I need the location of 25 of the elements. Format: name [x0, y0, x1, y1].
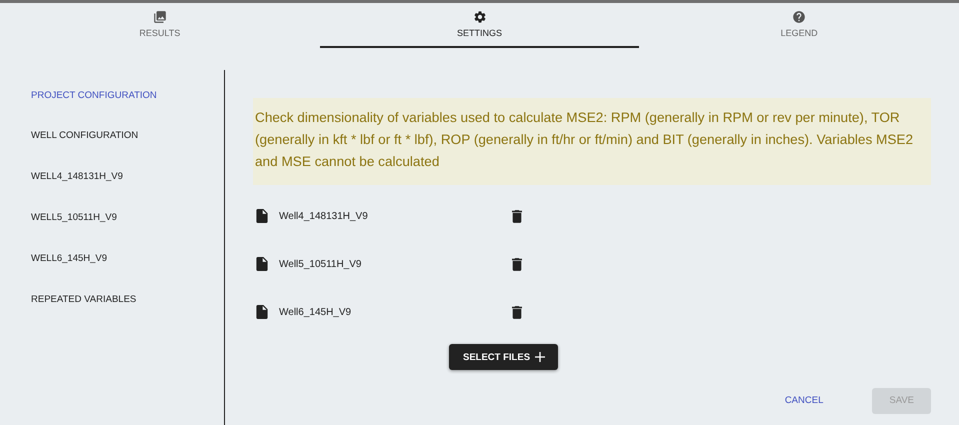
warning-message: Check dimensionality of variables used to calculate MSE2: RPM (generally in RPM or rev per minute), TOR (generally in kft * lbf or ft * lbf), ROP (generally in ft/hr or ft/min) and BIT (generally in inches). Variables MSE2 and MSE cannot be calculated	[253, 98, 931, 185]
file-icon	[256, 257, 268, 271]
settings-icon	[472, 10, 486, 24]
select-files-button[interactable]: SELECT FILES	[449, 344, 558, 370]
sidebar-item[interactable]: PROJECT CONFIGURATION	[31, 90, 157, 101]
delete-icon[interactable]	[512, 258, 522, 270]
cancel-button[interactable]: CANCEL	[768, 388, 840, 414]
file-icon	[256, 305, 268, 319]
sidebar-item[interactable]: WELL5_10511H_V9	[31, 212, 117, 223]
file-name: Well6_145H_V9	[279, 306, 352, 318]
delete-icon[interactable]	[512, 210, 522, 222]
tab[interactable]: LEGEND	[639, 3, 959, 48]
images-icon	[152, 10, 167, 24]
sidebar-item[interactable]: WELL4_148131H_V9	[31, 171, 123, 182]
file-name: Well5_10511H_V9	[279, 258, 362, 270]
sidebar-item[interactable]: REPEATED VARIABLES	[31, 294, 136, 305]
tab[interactable]: SETTINGS	[320, 3, 640, 48]
delete-icon[interactable]	[512, 306, 522, 318]
file-name: Well4_148131H_V9	[279, 210, 369, 222]
tab[interactable]: RESULTS	[0, 3, 320, 48]
help-icon	[792, 10, 806, 24]
plus-icon	[535, 352, 546, 362]
sidebar-item[interactable]: WELL CONFIGURATION	[31, 130, 138, 141]
file-icon	[256, 209, 268, 223]
sidebar-item[interactable]: WELL6_145H_V9	[31, 253, 108, 264]
